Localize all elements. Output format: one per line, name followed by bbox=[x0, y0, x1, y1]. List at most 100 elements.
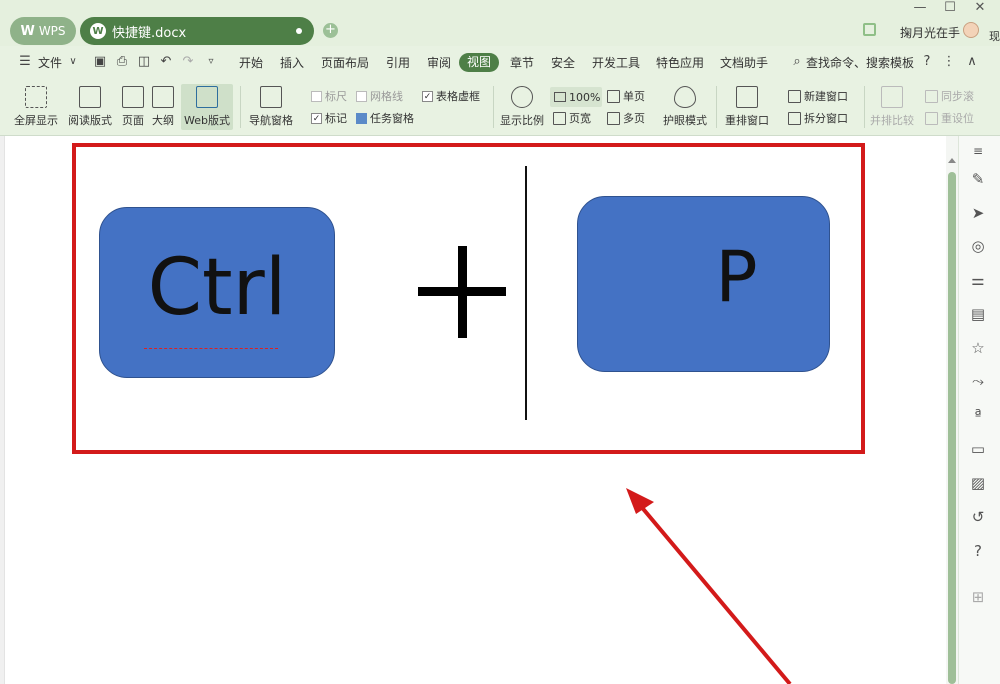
rearrange-windows-button[interactable]: 重排窗口 bbox=[725, 86, 769, 128]
pen-icon[interactable]: ✎ bbox=[969, 170, 987, 188]
collapse-ribbon-icon[interactable]: ∧ bbox=[965, 55, 979, 69]
split-window-button[interactable]: 拆分窗口 bbox=[788, 110, 848, 126]
menu-item-page-layout[interactable]: 页面布局 bbox=[321, 54, 369, 71]
window-copy-icon[interactable] bbox=[863, 23, 876, 36]
navigation-icon bbox=[260, 86, 282, 108]
sync-scroll-button[interactable]: 同步滚 bbox=[925, 88, 974, 104]
image-icon[interactable]: ▨ bbox=[969, 474, 987, 492]
zoom-100-icon bbox=[554, 92, 566, 102]
ruler-checkbox[interactable]: 标尺 bbox=[311, 88, 347, 104]
reset-position-button[interactable]: 重设位 bbox=[925, 110, 974, 126]
maximize-icon[interactable]: ☐ bbox=[940, 0, 960, 15]
menu-item-start[interactable]: 开始 bbox=[239, 54, 263, 71]
quick-access-dropdown-icon[interactable]: ▿ bbox=[204, 55, 218, 69]
menu-item-chapter[interactable]: 章节 bbox=[510, 54, 534, 71]
new-window-icon bbox=[788, 89, 801, 103]
rearrange-icon bbox=[736, 86, 758, 108]
save-icon[interactable]: ▣ bbox=[93, 55, 107, 69]
divider bbox=[493, 86, 494, 128]
avatar[interactable] bbox=[963, 22, 979, 38]
ctrl-key-shape[interactable]: Ctrl bbox=[99, 207, 335, 378]
single-page-icon bbox=[607, 89, 620, 103]
shapes-icon[interactable]: ◎ bbox=[969, 237, 987, 255]
outline-icon bbox=[152, 86, 174, 108]
hamburger-menu-icon[interactable]: ☰ bbox=[18, 55, 32, 69]
page-view-label: 页面 bbox=[122, 114, 144, 127]
archive-icon[interactable]: ▭ bbox=[969, 440, 987, 458]
vertical-scrollbar[interactable] bbox=[946, 136, 958, 684]
split-window-label: 拆分窗口 bbox=[804, 112, 848, 125]
outline-view-button[interactable]: 大纲 bbox=[152, 86, 174, 128]
divider bbox=[716, 86, 717, 128]
gallery-icon[interactable]: ▤ bbox=[969, 305, 987, 323]
single-page-button[interactable]: 单页 bbox=[607, 88, 645, 104]
menu-item-features[interactable]: 特色应用 bbox=[656, 54, 704, 71]
wps-tab-label: WPS bbox=[38, 24, 66, 38]
zoom-100-button[interactable]: 100% bbox=[550, 87, 602, 107]
scroll-thumb[interactable] bbox=[948, 172, 956, 684]
search-icon[interactable]: ⌕ bbox=[790, 55, 804, 69]
web-layout-button[interactable]: Web版式 bbox=[181, 84, 233, 130]
apps-grid-icon[interactable]: ⊞ bbox=[969, 588, 987, 606]
eye-icon bbox=[674, 86, 696, 108]
ruler-checkbox-box bbox=[311, 90, 322, 102]
new-tab-button[interactable]: + bbox=[323, 23, 338, 38]
print-preview-icon[interactable]: ◫ bbox=[137, 55, 151, 69]
page-view-button[interactable]: 页面 bbox=[122, 86, 144, 128]
more-icon[interactable]: ⋮ bbox=[942, 55, 956, 69]
close-icon[interactable]: ✕ bbox=[970, 0, 990, 15]
table-lines-checkbox[interactable]: ✓ 表格虚框 bbox=[422, 88, 480, 104]
fullscreen-button[interactable]: 全屏显示 bbox=[14, 86, 58, 128]
unsaved-dot-icon bbox=[296, 28, 302, 34]
gridlines-checkbox-box bbox=[356, 90, 367, 102]
page-width-button[interactable]: 页宽 bbox=[553, 110, 591, 126]
zoom-button[interactable]: 显示比例 bbox=[500, 86, 544, 128]
menu-item-doc-assistant[interactable]: 文档助手 bbox=[720, 54, 768, 71]
checked-square-icon bbox=[356, 112, 367, 124]
menu-item-insert[interactable]: 插入 bbox=[280, 54, 304, 71]
share-icon[interactable]: ⤳ bbox=[969, 372, 987, 390]
gridlines-checkbox[interactable]: 网格线 bbox=[356, 88, 403, 104]
multi-page-button[interactable]: 多页 bbox=[607, 110, 645, 126]
minimize-icon[interactable]: — bbox=[910, 0, 930, 15]
view-ribbon: 全屏显示 阅读版式 页面 大纲 Web版式 导航窗格 标尺 网格线 ✓ 表格虚框… bbox=[0, 78, 1000, 136]
navigation-pane-button[interactable]: 导航窗格 bbox=[249, 86, 293, 128]
side-by-side-button[interactable]: 并排比较 bbox=[870, 86, 914, 128]
new-window-button[interactable]: 新建窗口 bbox=[788, 88, 848, 104]
menu-item-dev-tools[interactable]: 开发工具 bbox=[592, 54, 640, 71]
document-tab[interactable]: W 快捷键.docx bbox=[80, 17, 314, 45]
sliders-icon[interactable]: ⚌ bbox=[969, 271, 987, 289]
menu-item-review[interactable]: 审阅 bbox=[427, 54, 451, 71]
translate-icon[interactable]: ª bbox=[969, 406, 987, 424]
history-icon[interactable]: ↺ bbox=[969, 508, 987, 526]
help-circle-icon[interactable]: ? bbox=[969, 542, 987, 560]
sidebar-menu-icon[interactable]: ≡ bbox=[969, 142, 987, 160]
scroll-up-icon[interactable] bbox=[948, 158, 956, 163]
multi-page-label: 多页 bbox=[623, 112, 645, 125]
eye-mode-button[interactable]: 护眼模式 bbox=[663, 86, 707, 128]
reset-position-label: 重设位 bbox=[941, 112, 974, 125]
multi-page-icon bbox=[607, 111, 620, 125]
menu-item-references[interactable]: 引用 bbox=[386, 54, 410, 71]
wps-home-tab[interactable]: W WPS bbox=[10, 17, 76, 45]
star-icon[interactable]: ☆ bbox=[969, 339, 987, 357]
read-mode-button[interactable]: 阅读版式 bbox=[68, 86, 112, 128]
print-icon[interactable]: ⎙ bbox=[115, 55, 129, 69]
file-menu[interactable]: 文件 bbox=[38, 54, 62, 71]
command-search[interactable]: 查找命令、搜索模板 bbox=[806, 54, 914, 71]
markup-checkbox[interactable]: ✓ 标记 bbox=[311, 110, 347, 126]
cursor-icon[interactable]: ➤ bbox=[969, 204, 987, 222]
menu-item-security[interactable]: 安全 bbox=[551, 54, 575, 71]
chevron-down-icon[interactable]: ∨ bbox=[66, 55, 80, 69]
menu-item-view[interactable]: 视图 bbox=[459, 53, 499, 72]
task-pane-label: 任务窗格 bbox=[370, 112, 414, 125]
red-arrow-icon bbox=[626, 488, 792, 684]
task-pane-checkbox[interactable]: 任务窗格 bbox=[356, 110, 414, 126]
user-name[interactable]: 掬月光在手 bbox=[900, 24, 960, 41]
help-icon[interactable]: ? bbox=[920, 55, 934, 69]
side-by-side-label: 并排比较 bbox=[870, 114, 914, 127]
undo-icon[interactable]: ↶ bbox=[159, 55, 173, 69]
p-key-shape[interactable]: P bbox=[577, 196, 830, 372]
redo-icon[interactable]: ↷ bbox=[181, 55, 195, 69]
text-cursor-line bbox=[525, 166, 527, 420]
